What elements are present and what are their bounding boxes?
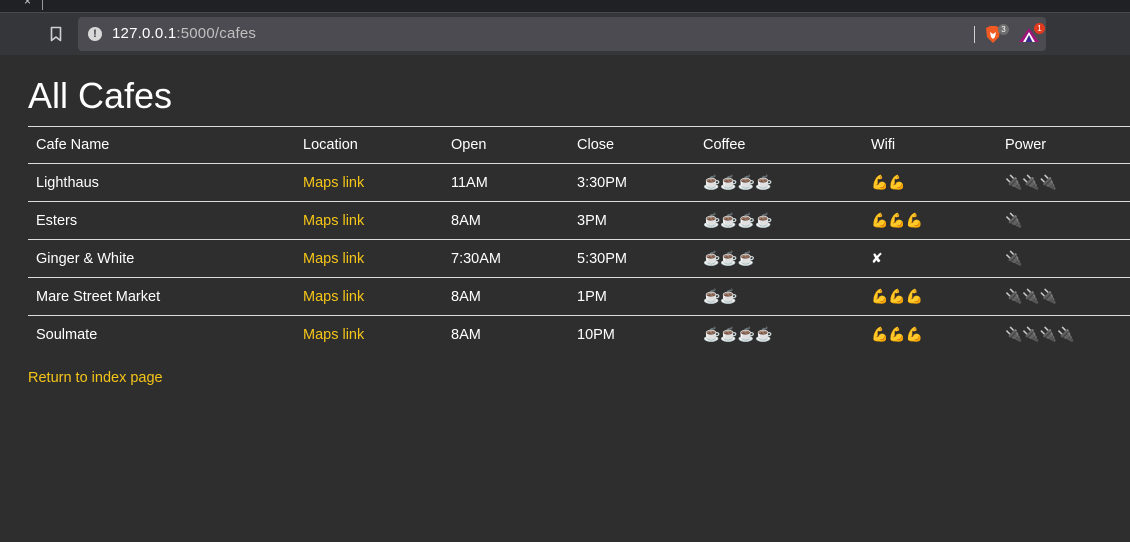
- location-cell: Maps link: [295, 201, 443, 240]
- tab-separator: [42, 0, 43, 10]
- wifi-rating: ✘: [863, 239, 997, 278]
- return-to-index-link[interactable]: Return to index page: [28, 370, 163, 386]
- power-rating: 🔌🔌🔌: [997, 277, 1130, 316]
- browser-toolbar: ! 127.0.0.1:5000/cafes 3 1: [0, 12, 1130, 55]
- table-header-row: Cafe Name Location Open Close Coffee Wif…: [28, 126, 1130, 164]
- close-time: 1PM: [569, 277, 695, 316]
- header-open: Open: [443, 126, 569, 164]
- open-time: 8AM: [443, 277, 569, 316]
- header-close: Close: [569, 126, 695, 164]
- site-info-icon[interactable]: !: [88, 27, 102, 41]
- power-rating: 🔌: [997, 239, 1130, 278]
- table-row: Soulmate Maps link 8AM 10PM ☕☕☕☕ 💪💪💪 🔌🔌🔌…: [28, 315, 1130, 353]
- rewards-count-badge: 1: [1034, 23, 1045, 34]
- header-cafe-name: Cafe Name: [28, 126, 295, 164]
- header-coffee: Coffee: [695, 126, 863, 164]
- open-time: 8AM: [443, 315, 569, 353]
- maps-link[interactable]: Maps link: [303, 327, 364, 343]
- shields-count-badge: 3: [998, 24, 1009, 35]
- header-location: Location: [295, 126, 443, 164]
- page-title: All Cafes: [28, 75, 173, 116]
- bookmark-icon[interactable]: [50, 26, 62, 42]
- maps-link[interactable]: Maps link: [303, 251, 364, 267]
- coffee-rating: ☕☕☕: [695, 239, 863, 278]
- open-time: 8AM: [443, 201, 569, 240]
- maps-link[interactable]: Maps link: [303, 213, 364, 229]
- coffee-rating: ☕☕☕☕: [695, 201, 863, 240]
- power-rating: 🔌🔌🔌: [997, 163, 1130, 202]
- coffee-rating: ☕☕: [695, 277, 863, 316]
- location-cell: Maps link: [295, 277, 443, 316]
- close-time: 3PM: [569, 201, 695, 240]
- browser-tab-strip: ×: [0, 0, 1130, 12]
- maps-link[interactable]: Maps link: [303, 289, 364, 305]
- cafe-name: Ginger & White: [28, 239, 295, 278]
- tab-close-icon[interactable]: ×: [24, 0, 31, 8]
- cafe-name: Soulmate: [28, 315, 295, 353]
- url-path: :5000/cafes: [176, 25, 257, 42]
- location-cell: Maps link: [295, 315, 443, 353]
- wifi-rating: 💪💪: [863, 163, 997, 202]
- address-bar[interactable]: ! 127.0.0.1:5000/cafes 3 1: [78, 17, 1046, 51]
- open-time: 11AM: [443, 163, 569, 202]
- header-wifi: Wifi: [863, 126, 997, 164]
- wifi-rating: 💪💪💪: [863, 315, 997, 353]
- header-power: Power: [997, 126, 1130, 164]
- close-time: 3:30PM: [569, 163, 695, 202]
- url-text[interactable]: 127.0.0.1:5000/cafes: [112, 25, 256, 42]
- wifi-rating: 💪💪💪: [863, 201, 997, 240]
- table-row: Esters Maps link 8AM 3PM ☕☕☕☕ 💪💪💪 🔌: [28, 201, 1130, 240]
- table-row: Mare Street Market Maps link 8AM 1PM ☕☕ …: [28, 277, 1130, 316]
- coffee-rating: ☕☕☕☕: [695, 315, 863, 353]
- location-cell: Maps link: [295, 239, 443, 278]
- close-time: 5:30PM: [569, 239, 695, 278]
- cafe-name: Esters: [28, 201, 295, 240]
- open-time: 7:30AM: [443, 239, 569, 278]
- url-host: 127.0.0.1: [112, 25, 177, 42]
- omnibox-divider: [974, 26, 975, 43]
- wifi-rating: 💪💪💪: [863, 277, 997, 316]
- table-row: Ginger & White Maps link 7:30AM 5:30PM ☕…: [28, 239, 1130, 278]
- power-rating: 🔌: [997, 201, 1130, 240]
- maps-link[interactable]: Maps link: [303, 175, 364, 191]
- cafes-table: Cafe Name Location Open Close Coffee Wif…: [28, 126, 1130, 353]
- location-cell: Maps link: [295, 163, 443, 202]
- cafe-name: Mare Street Market: [28, 277, 295, 316]
- coffee-rating: ☕☕☕☕: [695, 163, 863, 202]
- table-row: Lighthaus Maps link 11AM 3:30PM ☕☕☕☕ 💪💪 …: [28, 163, 1130, 202]
- close-time: 10PM: [569, 315, 695, 353]
- power-rating: 🔌🔌🔌🔌: [997, 315, 1130, 353]
- cafe-name: Lighthaus: [28, 163, 295, 202]
